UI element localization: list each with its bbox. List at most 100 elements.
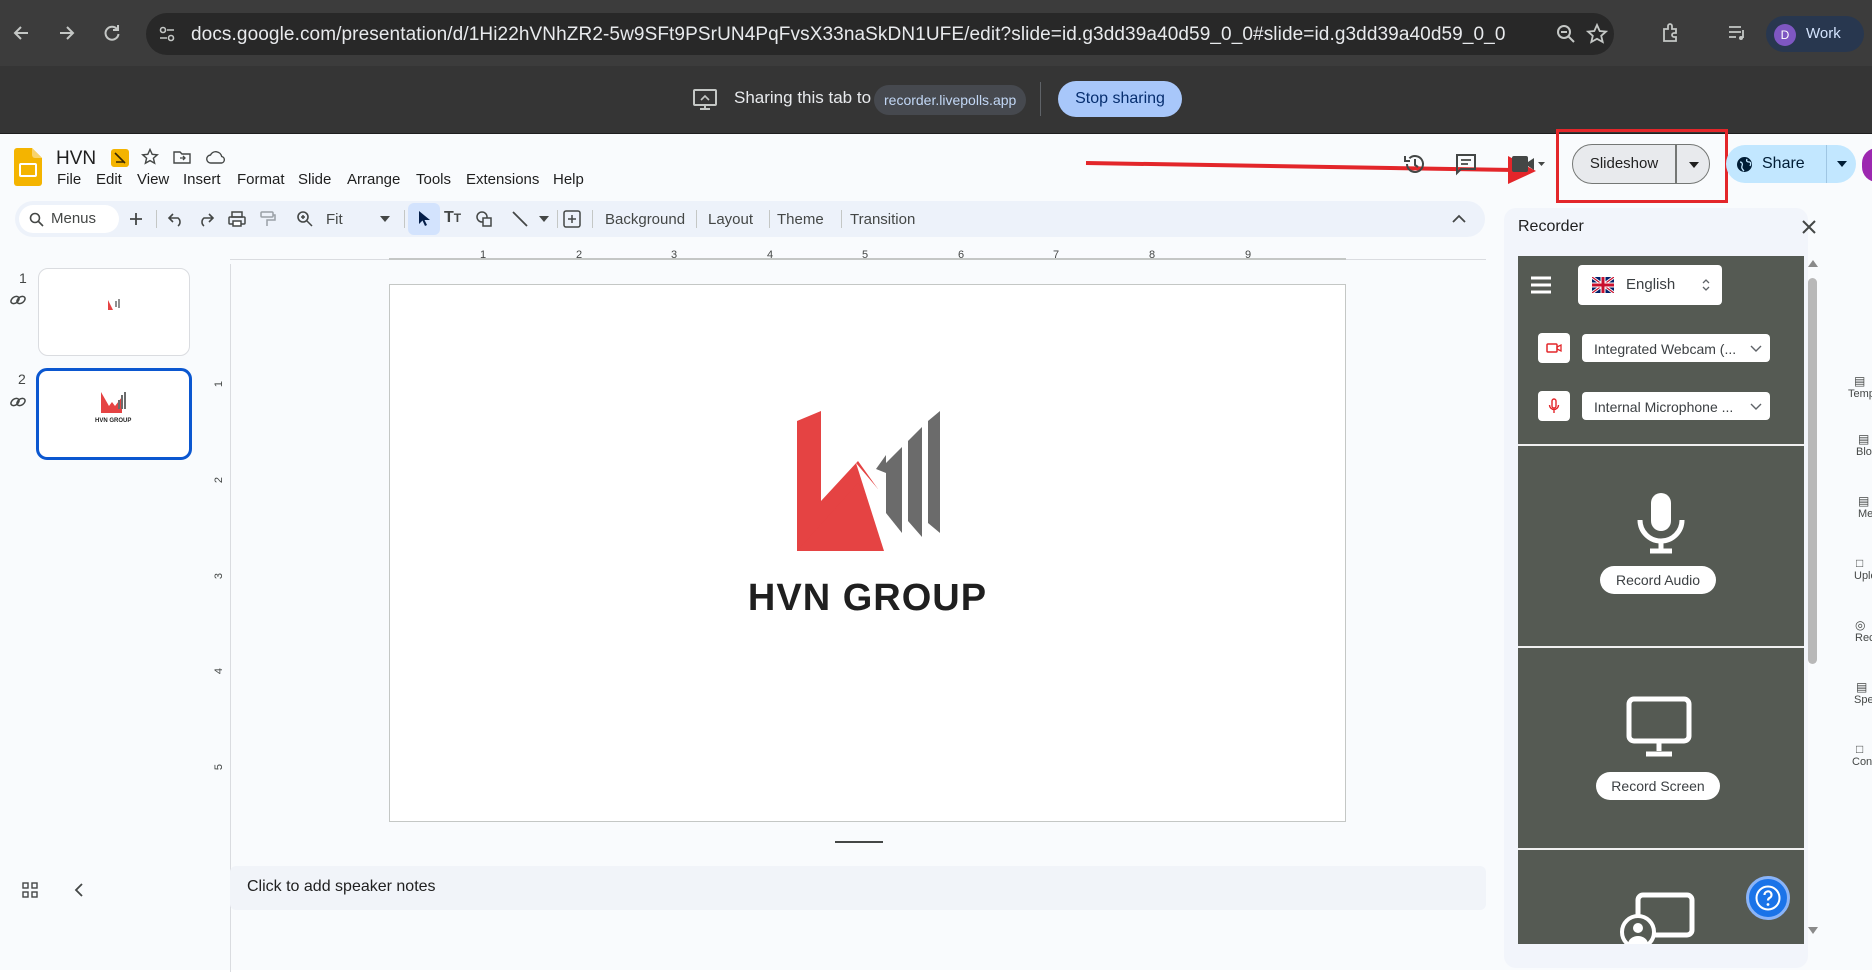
ruler-tick: 1 xyxy=(480,249,487,261)
ruler-tick: 2 xyxy=(213,476,226,484)
theme-button[interactable]: Theme xyxy=(777,211,824,228)
forward-button[interactable] xyxy=(48,15,84,51)
record-screen-button[interactable]: Record Screen xyxy=(1596,772,1720,800)
insert-comment-icon[interactable] xyxy=(563,210,581,228)
menu-arrange[interactable]: Arrange xyxy=(347,171,400,188)
search-menus-label: Menus xyxy=(51,210,97,227)
menu-insert[interactable]: Insert xyxy=(183,171,221,188)
side-rail: ▤Temp ▤Blo ▤Me □Uplo ◎Rec ▤Spe □Con xyxy=(1818,374,1872,914)
screen-share-icon xyxy=(693,89,717,110)
shortcut-icon[interactable] xyxy=(110,148,130,168)
new-slide-icon[interactable] xyxy=(128,211,144,227)
bookmark-star-icon[interactable] xyxy=(1586,23,1608,45)
back-button[interactable] xyxy=(4,15,40,51)
shape-icon[interactable] xyxy=(475,210,493,228)
rail-item-record[interactable]: ◎ Rec xyxy=(1855,618,1872,644)
meet-video-icon[interactable] xyxy=(1510,152,1546,176)
rail-item-speech[interactable]: ▤ Spe xyxy=(1854,680,1872,706)
rail-item-upload[interactable]: □Uplo xyxy=(1854,556,1872,582)
address-bar[interactable]: docs.google.com/presentation/d/1Hi22hVNh… xyxy=(146,13,1614,55)
toolbar-divider xyxy=(696,210,697,228)
menu-help[interactable]: Help xyxy=(553,171,584,188)
collapse-toolbar-icon[interactable] xyxy=(1452,214,1466,223)
extensions-icon[interactable] xyxy=(1660,22,1682,44)
zoom-dropdown-icon[interactable] xyxy=(380,216,390,222)
url-text: docs.google.com/presentation/d/1Hi22hVNh… xyxy=(191,24,1506,45)
slide-thumbnail-2-selected[interactable]: HVN GROUP xyxy=(36,368,192,460)
menu-edit[interactable]: Edit xyxy=(96,171,122,188)
recorder-scrollbar-thumb[interactable] xyxy=(1808,278,1817,664)
screen-camera-icon xyxy=(1620,892,1695,944)
avatar: D xyxy=(1774,24,1796,46)
scroll-up-icon[interactable] xyxy=(1807,258,1819,268)
slide-thumbnail-1[interactable] xyxy=(38,268,190,356)
print-icon[interactable] xyxy=(228,210,246,228)
zoom-in-icon[interactable] xyxy=(296,210,314,228)
line-tool-icon[interactable] xyxy=(511,210,529,228)
media-control-icon[interactable] xyxy=(1726,22,1748,44)
comments-icon[interactable] xyxy=(1454,152,1478,176)
ruler-tick: 3 xyxy=(671,249,678,261)
line-dropdown-icon[interactable] xyxy=(539,216,549,222)
collapse-filmstrip-icon[interactable] xyxy=(74,883,84,897)
reload-button[interactable] xyxy=(94,15,130,51)
scroll-down-icon[interactable] xyxy=(1807,926,1819,936)
share-button[interactable]: Share xyxy=(1726,145,1826,183)
menu-slide[interactable]: Slide xyxy=(298,171,331,188)
layout-button[interactable]: Layout xyxy=(708,211,753,228)
profile-button[interactable]: D Work xyxy=(1766,16,1864,52)
stop-sharing-button[interactable]: Stop sharing xyxy=(1058,81,1182,117)
menu-file[interactable]: File xyxy=(57,171,81,188)
hamburger-menu-icon[interactable] xyxy=(1530,276,1552,294)
redo-icon[interactable] xyxy=(197,211,215,227)
slides-logo-icon[interactable] xyxy=(14,148,42,186)
menu-tools[interactable]: Tools xyxy=(416,171,451,188)
language-select[interactable]: English xyxy=(1578,265,1722,305)
recorder-settings: English Integrated Webcam (... Internal … xyxy=(1518,256,1804,446)
cloud-saved-icon xyxy=(206,151,225,164)
background-button[interactable]: Background xyxy=(605,211,685,228)
document-title[interactable]: HVN xyxy=(56,148,96,170)
webcam-icon-box xyxy=(1538,333,1570,363)
chevron-down-icon xyxy=(1837,161,1847,167)
logo-thumbnail-icon xyxy=(108,299,120,310)
ruler-tick: 5 xyxy=(862,249,869,261)
mic-icon-box xyxy=(1538,391,1570,421)
ruler-tick: 6 xyxy=(958,249,965,261)
rail-item-media[interactable]: ▤ Me xyxy=(1858,494,1872,520)
transition-button[interactable]: Transition xyxy=(850,211,915,228)
text-box-icon[interactable]: TT xyxy=(444,209,461,227)
webcam-select[interactable]: Integrated Webcam (... xyxy=(1582,334,1770,362)
slide-canvas[interactable]: HVN GROUP xyxy=(389,284,1346,822)
star-icon[interactable] xyxy=(141,148,159,166)
grid-view-icon[interactable] xyxy=(22,882,38,898)
link-icon xyxy=(10,295,26,305)
record-audio-section[interactable]: Record Audio xyxy=(1518,446,1804,648)
version-history-icon[interactable] xyxy=(1402,151,1428,177)
menu-view[interactable]: View xyxy=(137,171,169,188)
undo-icon[interactable] xyxy=(167,211,185,227)
notes-resize-handle[interactable] xyxy=(835,841,883,843)
menu-extensions[interactable]: Extensions xyxy=(466,171,539,188)
search-menus-input[interactable]: Menus xyxy=(19,205,119,233)
annotation-highlight-box xyxy=(1556,129,1728,203)
logo-wordmark: HVN GROUP xyxy=(747,577,988,619)
record-audio-button[interactable]: Record Audio xyxy=(1600,566,1716,594)
paint-format-icon[interactable] xyxy=(258,210,276,228)
close-icon[interactable] xyxy=(1800,218,1818,236)
zoom-select[interactable]: Fit xyxy=(326,211,343,228)
ruler-tick: 4 xyxy=(767,249,774,261)
rail-item-templates[interactable]: ▤ Temp xyxy=(1848,374,1872,400)
profile-label: Work xyxy=(1806,25,1841,42)
select-tool-active[interactable] xyxy=(408,203,440,235)
microphone-select[interactable]: Internal Microphone ... xyxy=(1582,392,1770,420)
record-screen-section[interactable]: Record Screen xyxy=(1518,648,1804,850)
speaker-notes[interactable]: Click to add speaker notes xyxy=(230,866,1486,910)
rail-item-connect[interactable]: □ Con xyxy=(1852,742,1872,768)
site-info-icon[interactable] xyxy=(158,25,176,43)
menu-format[interactable]: Format xyxy=(237,171,285,188)
help-button[interactable] xyxy=(1746,876,1790,920)
zoom-icon[interactable] xyxy=(1556,24,1576,44)
rail-item-blocks[interactable]: ▤ Blo xyxy=(1856,432,1872,458)
move-folder-icon[interactable] xyxy=(173,148,191,166)
